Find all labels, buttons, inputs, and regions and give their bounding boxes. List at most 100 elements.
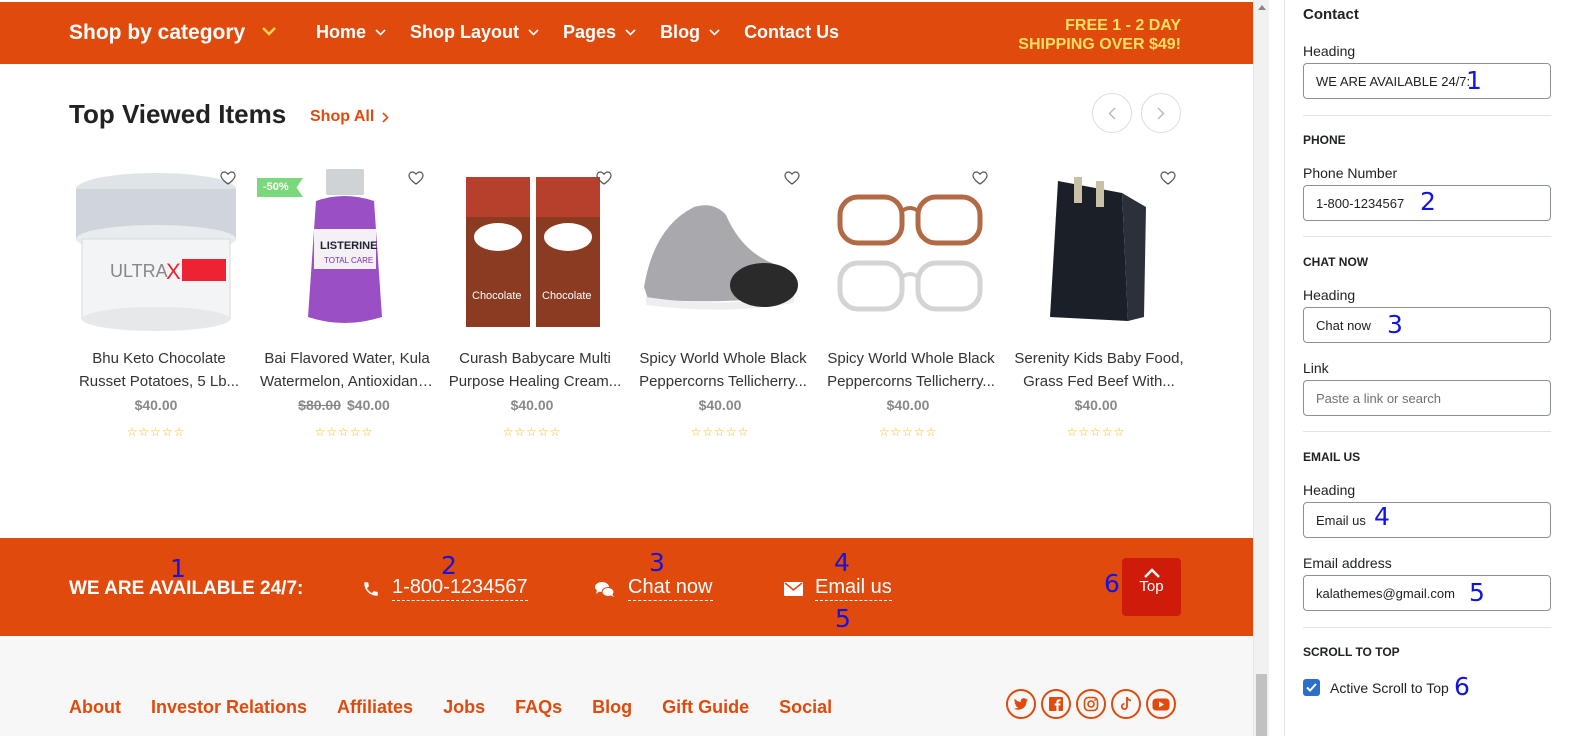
annotation-number: 4: [1374, 502, 1390, 531]
footer-link-social[interactable]: Social: [779, 697, 832, 718]
carousel-next-button[interactable]: [1141, 93, 1181, 133]
tiktok-icon[interactable]: [1111, 689, 1141, 719]
divider: [1303, 115, 1551, 116]
social-icons: [1006, 689, 1176, 719]
sale-badge: -50%: [257, 178, 303, 197]
phone-number: 1-800-1234567: [392, 576, 528, 601]
nav-label: Blog: [660, 22, 701, 42]
phone-number-label: Phone Number: [1303, 165, 1398, 181]
wishlist-heart-icon[interactable]: [596, 171, 612, 185]
checkbox-checked-icon[interactable]: [1303, 679, 1320, 696]
footer-link-jobs[interactable]: Jobs: [443, 697, 485, 718]
nav-item-pages[interactable]: Pages: [563, 22, 636, 43]
product-card[interactable]: ULTRA X Bhu Keto Chocolate Russet Potatoe…: [62, 163, 250, 453]
product-name[interactable]: Bhu Keto Chocolate Russet Potatoes, 5 Lb.…: [72, 347, 246, 393]
shop-all-label: Shop All: [310, 108, 375, 125]
scroll-to-top-label: Active Scroll to Top: [1330, 679, 1449, 696]
product-name[interactable]: Bai Flavored Water, Kula Watermelon, Anti…: [260, 347, 434, 393]
email-us-link[interactable]: Email us: [784, 576, 892, 601]
chat-heading-label: Heading: [1303, 287, 1356, 303]
settings-panel: Contact Heading PHONE Phone Number CHAT …: [1284, 0, 1586, 736]
annotation-number: 1: [170, 554, 186, 583]
annotation-number: 3: [649, 548, 665, 577]
product-card[interactable]: Chocolate Chocolate Curash Babycare Mult…: [438, 163, 626, 453]
chat-heading-input[interactable]: [1303, 307, 1551, 343]
divider: [1303, 431, 1551, 432]
main-nav: Home Shop Layout Pages Blog Contact Us: [316, 22, 863, 43]
wishlist-heart-icon[interactable]: [972, 171, 988, 185]
shop-by-category-menu[interactable]: Shop by category: [69, 21, 276, 45]
footer-link-gift-guide[interactable]: Gift Guide: [662, 697, 749, 718]
footer: About Investor Relations Affiliates Jobs…: [0, 636, 1253, 736]
rating-stars: ☆☆☆☆☆: [314, 425, 374, 439]
chat-now-link[interactable]: Chat now: [594, 576, 713, 601]
email-address-input[interactable]: [1303, 575, 1551, 611]
product-name[interactable]: Spicy World Whole Black Peppercorns Telli…: [636, 347, 810, 393]
instagram-icon[interactable]: [1076, 689, 1106, 719]
scroll-to-top-button[interactable]: Top: [1122, 558, 1181, 616]
product-card[interactable]: Spicy World Whole Black Peppercorns Telli…: [626, 163, 814, 453]
wishlist-heart-icon[interactable]: [220, 171, 236, 185]
product-name[interactable]: Serenity Kids Baby Food, Grass Fed Beef W…: [1012, 347, 1186, 393]
chevron-right-icon: [1157, 106, 1165, 120]
shipping-promo: FREE 1 - 2 DAY SHIPPING OVER $49!: [1018, 16, 1181, 54]
product-card[interactable]: LISTERINE TOTAL CARE Bai Flavored Water,…: [250, 163, 438, 453]
annotation-number: 3: [1387, 310, 1403, 339]
footer-link-affiliates[interactable]: Affiliates: [337, 697, 413, 718]
nav-item-home[interactable]: Home: [316, 22, 386, 43]
product-name-line: Peppercorns Tellicherry...: [827, 373, 995, 390]
annotation-number: 1: [1466, 66, 1482, 95]
footer-link-investor-relations[interactable]: Investor Relations: [151, 697, 307, 718]
scrollbar-thumb[interactable]: [1256, 674, 1267, 736]
email-heading-input[interactable]: [1303, 502, 1551, 538]
product-card[interactable]: Serenity Kids Baby Food, Grass Fed Beef W…: [1002, 163, 1190, 453]
scroll-up-arrow-icon[interactable]: [1258, 5, 1266, 10]
product-price: $80.00 $40.00: [250, 397, 438, 413]
heading-label: Heading: [1303, 43, 1356, 59]
envelope-icon: [784, 581, 803, 596]
product-price: $40.00: [626, 397, 814, 413]
footer-link-faqs[interactable]: FAQs: [515, 697, 562, 718]
product-name[interactable]: Spicy World Whole Black Peppercorns Telli…: [824, 347, 998, 393]
nav-label: Pages: [563, 22, 617, 42]
nav-item-contact-us[interactable]: Contact Us: [744, 22, 839, 43]
scroll-to-top-checkbox[interactable]: Active Scroll to Top: [1303, 679, 1449, 696]
top-navigation-bar: Shop by category Home Shop Layout Pages …: [0, 2, 1253, 64]
divider: [1303, 627, 1551, 628]
phone-icon: [364, 581, 378, 596]
product-name-line: Watermelon, Antioxidant...: [260, 373, 434, 390]
nav-item-shop-layout[interactable]: Shop Layout: [410, 22, 539, 43]
facebook-icon[interactable]: [1041, 689, 1071, 719]
product-name[interactable]: Curash Babycare Multi Purpose Healing Cre…: [448, 347, 622, 393]
email-section-title: EMAIL US: [1303, 450, 1361, 464]
footer-link-about[interactable]: About: [69, 697, 121, 718]
product-card[interactable]: Spicy World Whole Black Peppercorns Telli…: [814, 163, 1002, 453]
product-name-line: Spicy World Whole Black: [639, 350, 807, 367]
annotation-number: 5: [835, 604, 851, 633]
product-name-line: Bai Flavored Water, Kula: [264, 350, 430, 367]
chevron-left-icon: [1108, 106, 1116, 120]
heading-input[interactable]: [1303, 63, 1551, 99]
shop-all-link[interactable]: Shop All: [310, 108, 389, 126]
rating-stars: ☆☆☆☆☆: [690, 425, 750, 439]
rating-stars: ☆☆☆☆☆: [126, 425, 186, 439]
wishlist-heart-icon[interactable]: [408, 171, 424, 185]
footer-link-blog[interactable]: Blog: [592, 697, 632, 718]
chat-link-input[interactable]: [1303, 380, 1551, 416]
carousel-prev-button[interactable]: [1092, 93, 1132, 133]
product-price: $40.00: [814, 397, 1002, 413]
twitter-icon[interactable]: [1006, 689, 1036, 719]
sneakers-image: [644, 205, 798, 310]
top-label: Top: [1139, 578, 1164, 595]
chat-now-label: Chat now: [628, 576, 713, 601]
youtube-icon[interactable]: [1146, 689, 1176, 719]
preview-scrollbar[interactable]: [1253, 0, 1269, 736]
wallet-image: [1050, 177, 1146, 321]
chat-bubbles-icon: [595, 581, 615, 597]
wishlist-heart-icon[interactable]: [1160, 171, 1176, 185]
wishlist-heart-icon[interactable]: [784, 171, 800, 185]
svg-text:Chocolate: Chocolate: [542, 290, 592, 302]
link-label: Link: [1303, 360, 1329, 376]
nav-item-blog[interactable]: Blog: [660, 22, 720, 43]
product-name-line: Russet Potatoes, 5 Lb...: [78, 373, 240, 390]
